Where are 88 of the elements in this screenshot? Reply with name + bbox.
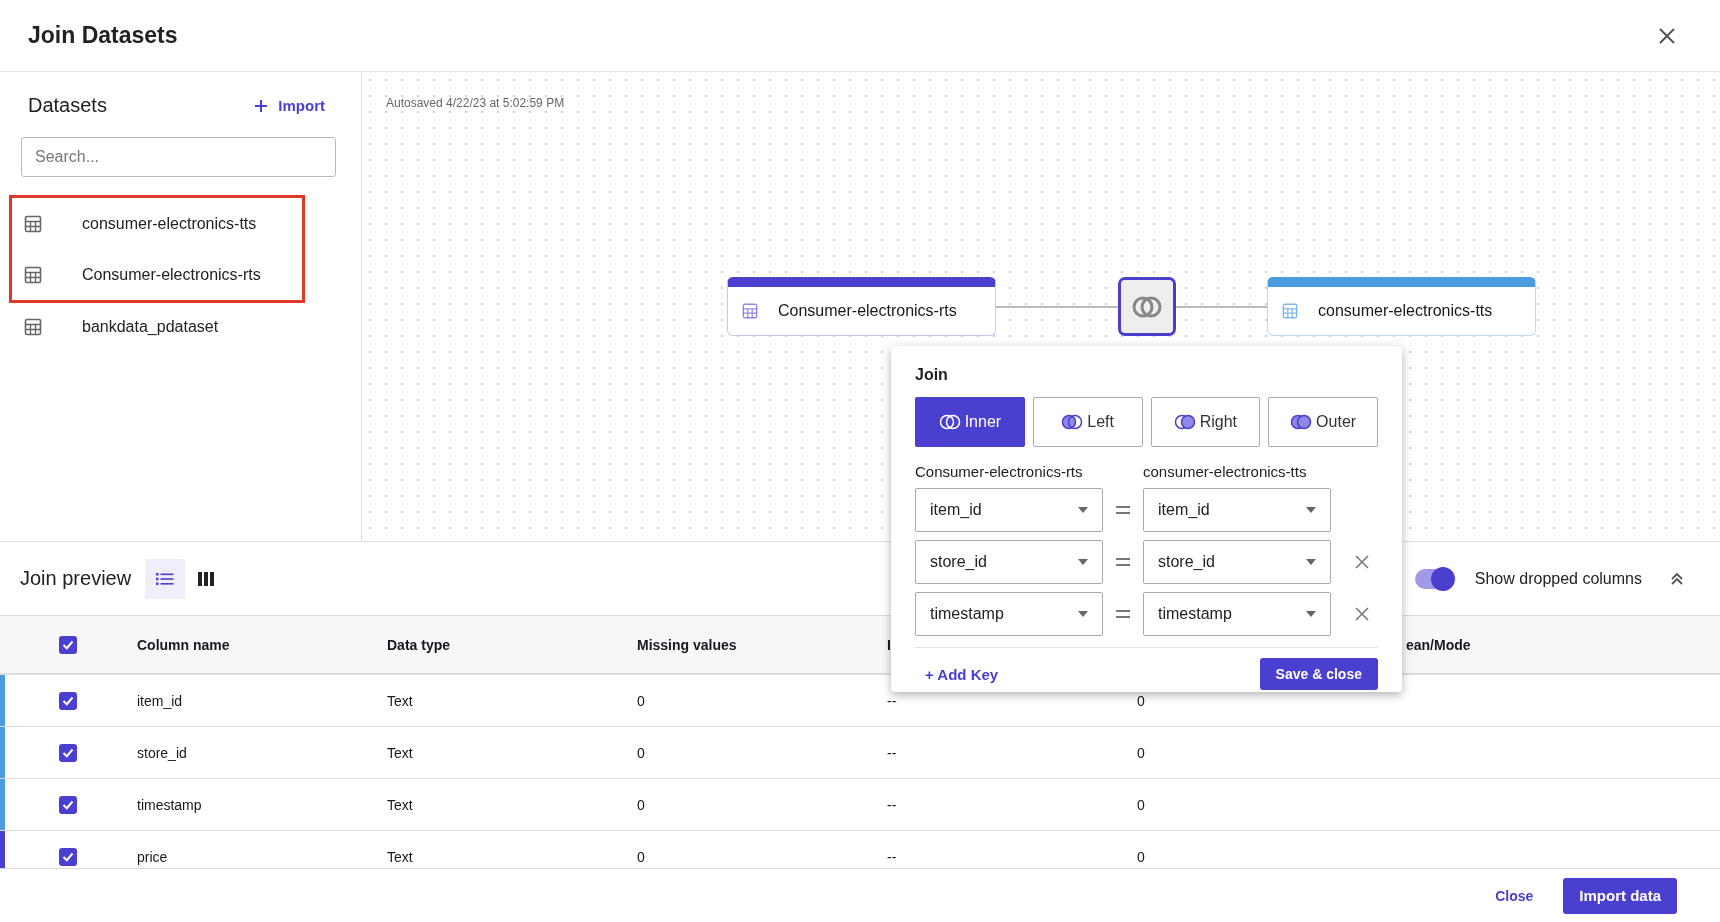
- node-label: consumer-electronics-tts: [1318, 302, 1493, 320]
- import-data-button[interactable]: Import data: [1563, 877, 1677, 914]
- caret-icon: [1078, 507, 1088, 513]
- table-cell: Text: [387, 692, 413, 709]
- table-icon: [24, 265, 42, 284]
- close-icon[interactable]: [1658, 26, 1676, 45]
- dataset-label: consumer-electronics-tts: [1143, 463, 1308, 480]
- plus-icon: [254, 98, 269, 113]
- join-type-button[interactable]: Inner: [915, 397, 1025, 447]
- dataset-item[interactable]: consumer-electronics-tts: [12, 198, 302, 249]
- join-node[interactable]: [1118, 277, 1176, 336]
- key-dropdown[interactable]: store_id: [1143, 540, 1331, 584]
- join-type-button[interactable]: Left: [1032, 397, 1143, 447]
- venn-icon: [1290, 414, 1313, 430]
- caret-icon: [1078, 559, 1088, 565]
- dataset-item[interactable]: bankdata_pdataset: [0, 303, 361, 351]
- column-header: I: [887, 636, 891, 653]
- checkbox[interactable]: [59, 795, 77, 814]
- popover-title: Join: [915, 366, 949, 384]
- venn-icon: [1132, 294, 1162, 319]
- search-field[interactable]: Search...: [21, 137, 336, 177]
- table-icon: [742, 303, 758, 319]
- table-cell: --: [887, 848, 897, 865]
- table-cell: --: [887, 692, 897, 709]
- node-label: Consumer-electronics-rts: [778, 302, 957, 320]
- key-dropdown[interactable]: timestamp: [1143, 592, 1331, 636]
- column-header: Missing values: [637, 636, 737, 653]
- add-key-link[interactable]: + Add Key: [915, 665, 999, 683]
- preview-title: Join preview: [20, 567, 132, 590]
- table-cell: item_id: [137, 692, 183, 709]
- table-cell: timestamp: [137, 796, 202, 813]
- remove-icon[interactable]: [1355, 607, 1369, 621]
- table-cell: 0: [1137, 848, 1145, 865]
- venn-icon: [1173, 414, 1196, 430]
- sidebar-title: Datasets: [28, 94, 107, 117]
- dialog-title: Join Datasets: [28, 22, 178, 49]
- table-cell: store_id: [137, 744, 187, 761]
- column-header: Column name: [137, 636, 230, 653]
- key-dropdown[interactable]: store_id: [915, 540, 1103, 584]
- table-cell: 0: [637, 692, 645, 709]
- venn-icon: [1061, 414, 1084, 430]
- close-link[interactable]: Close: [1489, 886, 1540, 905]
- remove-icon[interactable]: [1355, 555, 1369, 569]
- equals-icon: [1116, 505, 1130, 515]
- table-cell: 0: [637, 744, 645, 761]
- checkbox[interactable]: [59, 743, 77, 762]
- table-icon: [1282, 303, 1298, 319]
- save-close-button[interactable]: Save & close: [1259, 658, 1378, 690]
- table-cell: --: [887, 796, 897, 813]
- join-type-button[interactable]: Right: [1150, 397, 1261, 447]
- checkbox[interactable]: [59, 691, 77, 710]
- table-cell: Text: [387, 744, 413, 761]
- table-icon: [24, 214, 42, 233]
- dataset-item[interactable]: Consumer-electronics-rts: [12, 249, 302, 300]
- equals-icon: [1116, 557, 1130, 567]
- collapse-icon[interactable]: [1670, 570, 1684, 587]
- dataset-node[interactable]: consumer-electronics-tts: [1267, 277, 1536, 336]
- table-cell: 0: [1137, 796, 1145, 813]
- checkbox[interactable]: [59, 847, 77, 866]
- dataset-label: Consumer-electronics-rts: [915, 463, 1084, 480]
- column-header: Data type: [387, 636, 451, 653]
- table-cell: Text: [387, 796, 413, 813]
- table-cell: 0: [1137, 744, 1145, 761]
- list-view-button[interactable]: [145, 558, 186, 599]
- dataset-node[interactable]: Consumer-electronics-rts: [727, 277, 996, 336]
- key-dropdown[interactable]: item_id: [1143, 488, 1331, 532]
- list-icon: [156, 571, 175, 586]
- table-cell: Text: [387, 848, 413, 865]
- autosave-status: Autosaved 4/22/23 at 5:02:59 PM: [386, 96, 565, 110]
- toggle-switch[interactable]: [1414, 568, 1453, 589]
- caret-icon: [1306, 559, 1316, 565]
- checkbox[interactable]: [59, 635, 77, 654]
- key-dropdown[interactable]: timestamp: [915, 592, 1103, 636]
- join-type-button[interactable]: Outer: [1268, 397, 1378, 447]
- table-cell: 0: [1137, 692, 1145, 709]
- column-header: ean/Mode: [1406, 636, 1471, 653]
- columns-icon: [198, 571, 215, 586]
- equals-icon: [1116, 609, 1130, 619]
- table-cell: 0: [637, 848, 645, 865]
- import-link[interactable]: Import: [254, 97, 325, 114]
- key-dropdown[interactable]: item_id: [915, 488, 1103, 532]
- toggle-label: Show dropped columns: [1474, 569, 1642, 588]
- caret-icon: [1306, 507, 1316, 513]
- table-cell: --: [887, 744, 897, 761]
- table-icon: [24, 318, 42, 336]
- venn-icon: [938, 414, 961, 430]
- table-cell: 0: [637, 796, 645, 813]
- table-cell: price: [137, 848, 168, 865]
